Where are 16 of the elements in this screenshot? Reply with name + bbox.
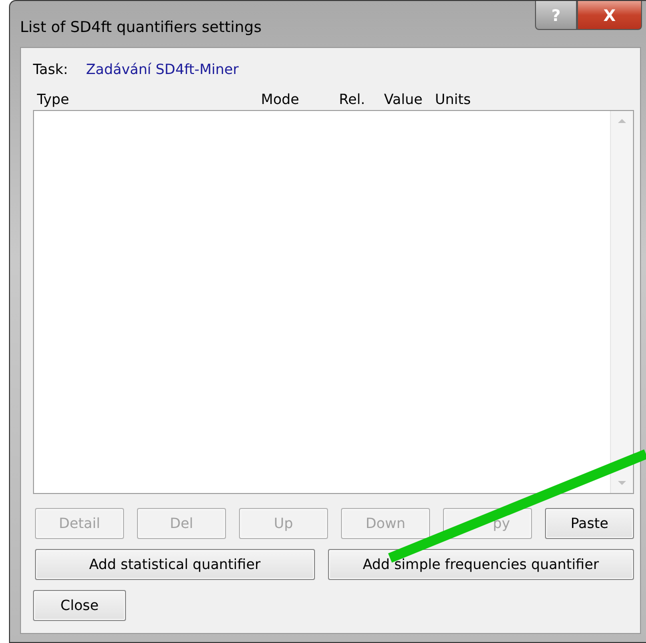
action-button[interactable]: Paste bbox=[545, 508, 634, 539]
task-label: Task: bbox=[33, 62, 68, 78]
column-header: Mode bbox=[261, 92, 300, 108]
title-bar-x-button[interactable]: X bbox=[577, 1, 642, 30]
task-name: Zadávání SD4ft-Miner bbox=[86, 62, 239, 78]
window-title: List of SD4ft quantifiers settings bbox=[20, 18, 262, 36]
quantifier-list[interactable] bbox=[33, 110, 634, 494]
column-header: Type bbox=[37, 92, 70, 108]
add-quantifier-button[interactable]: Add simple frequencies quantifier bbox=[328, 549, 634, 580]
column-header: Rel. bbox=[339, 92, 366, 108]
close-dialog-button[interactable]: Close bbox=[33, 590, 126, 621]
column-header: Units bbox=[435, 92, 472, 108]
scrollbar[interactable] bbox=[610, 111, 633, 493]
add-quantifier-button[interactable]: Add statistical quantifier bbox=[35, 549, 315, 580]
help-button[interactable]: ? bbox=[535, 1, 577, 30]
column-header: Value bbox=[384, 92, 424, 108]
